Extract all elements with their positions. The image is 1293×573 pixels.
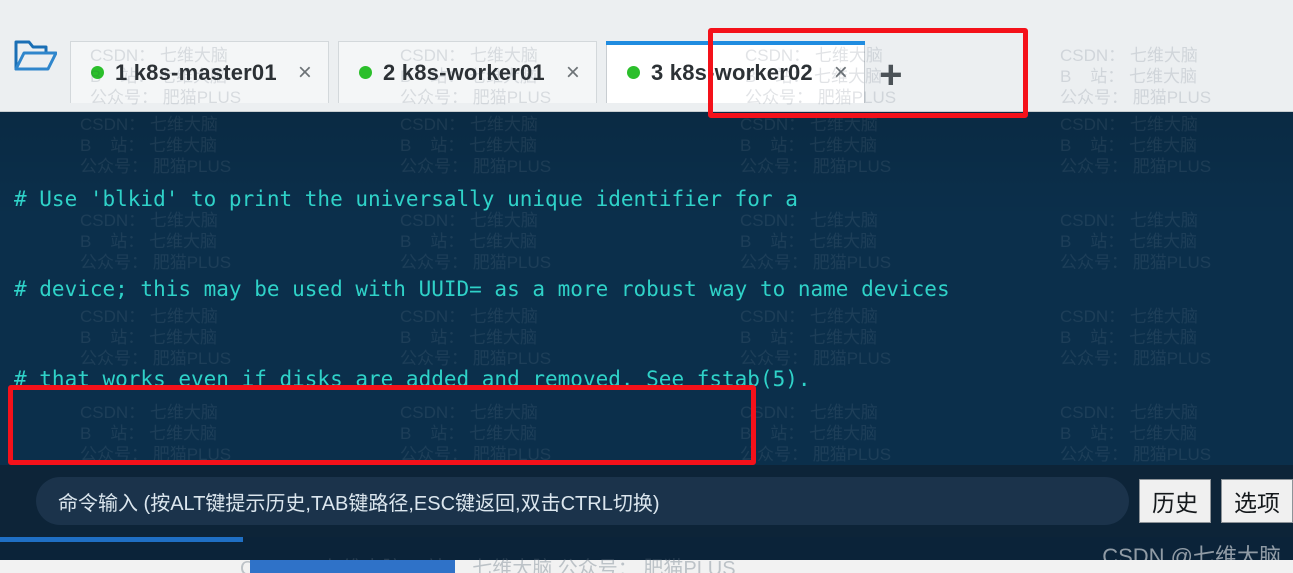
taskbar-strip: CSDN： 七维大脑 B 站： 七维大脑 公众号： 肥猫PLUS [0, 558, 1293, 573]
history-button[interactable]: 历史 [1139, 479, 1211, 523]
terminal-text-buffer: # Use 'blkid' to print the universally u… [0, 112, 1293, 465]
close-icon[interactable]: × [566, 60, 580, 85]
add-tab-button[interactable]: + [879, 55, 902, 111]
connection-status-dot [91, 66, 104, 79]
connection-status-dot [359, 66, 373, 79]
tab-list: 1 k8s-master01 × 2 k8s-worker01 × 3 k8s-… [70, 0, 866, 111]
tab-k8s-worker02[interactable]: 3 k8s-worker02 × [606, 41, 866, 103]
tab-k8s-master01[interactable]: 1 k8s-master01 × [70, 41, 330, 103]
command-bar: 命令输入 (按ALT键提示历史,TAB键路径,ESC键返回,双击CTRL切换) … [0, 465, 1293, 537]
terminal-app-window: 1 k8s-master01 × 2 k8s-worker01 × 3 k8s-… [0, 0, 1293, 573]
terminal-line: # Use 'blkid' to print the universally u… [14, 187, 798, 211]
close-icon[interactable]: × [298, 60, 312, 85]
tab-label: 3 k8s-worker02 [651, 59, 813, 85]
tab-bar: 1 k8s-master01 × 2 k8s-worker01 × 3 k8s-… [0, 0, 1293, 112]
terminal-line: # [14, 454, 1293, 465]
close-icon[interactable]: × [834, 60, 848, 85]
terminal-line: # that works even if disks are added and… [14, 367, 811, 391]
connection-status-dot [627, 66, 641, 79]
watermark-tile: CSDN： 七维大脑 B 站： 七维大脑 公众号： 肥猫PLUS [1060, 46, 1212, 107]
options-button[interactable]: 选项 [1221, 479, 1293, 523]
command-input[interactable]: 命令输入 (按ALT键提示历史,TAB键路径,ESC键返回,双击CTRL切换) [36, 477, 1129, 525]
tab-label: 1 k8s-master01 [115, 59, 277, 85]
terminal-line: # device; this may be used with UUID= as… [14, 277, 950, 301]
horizontal-scrollbar-thumb[interactable] [0, 537, 243, 542]
terminal-output[interactable]: CSDN： 七维大脑 B 站： 七维大脑 公众号： 肥猫PLUS CSDN： 七… [0, 112, 1293, 465]
open-folder-button[interactable] [0, 0, 70, 111]
taskbar-active-item[interactable] [250, 560, 455, 573]
tab-label: 2 k8s-worker01 [383, 59, 545, 85]
open-folder-icon [13, 36, 57, 74]
tab-k8s-worker01[interactable]: 2 k8s-worker01 × [338, 41, 598, 103]
